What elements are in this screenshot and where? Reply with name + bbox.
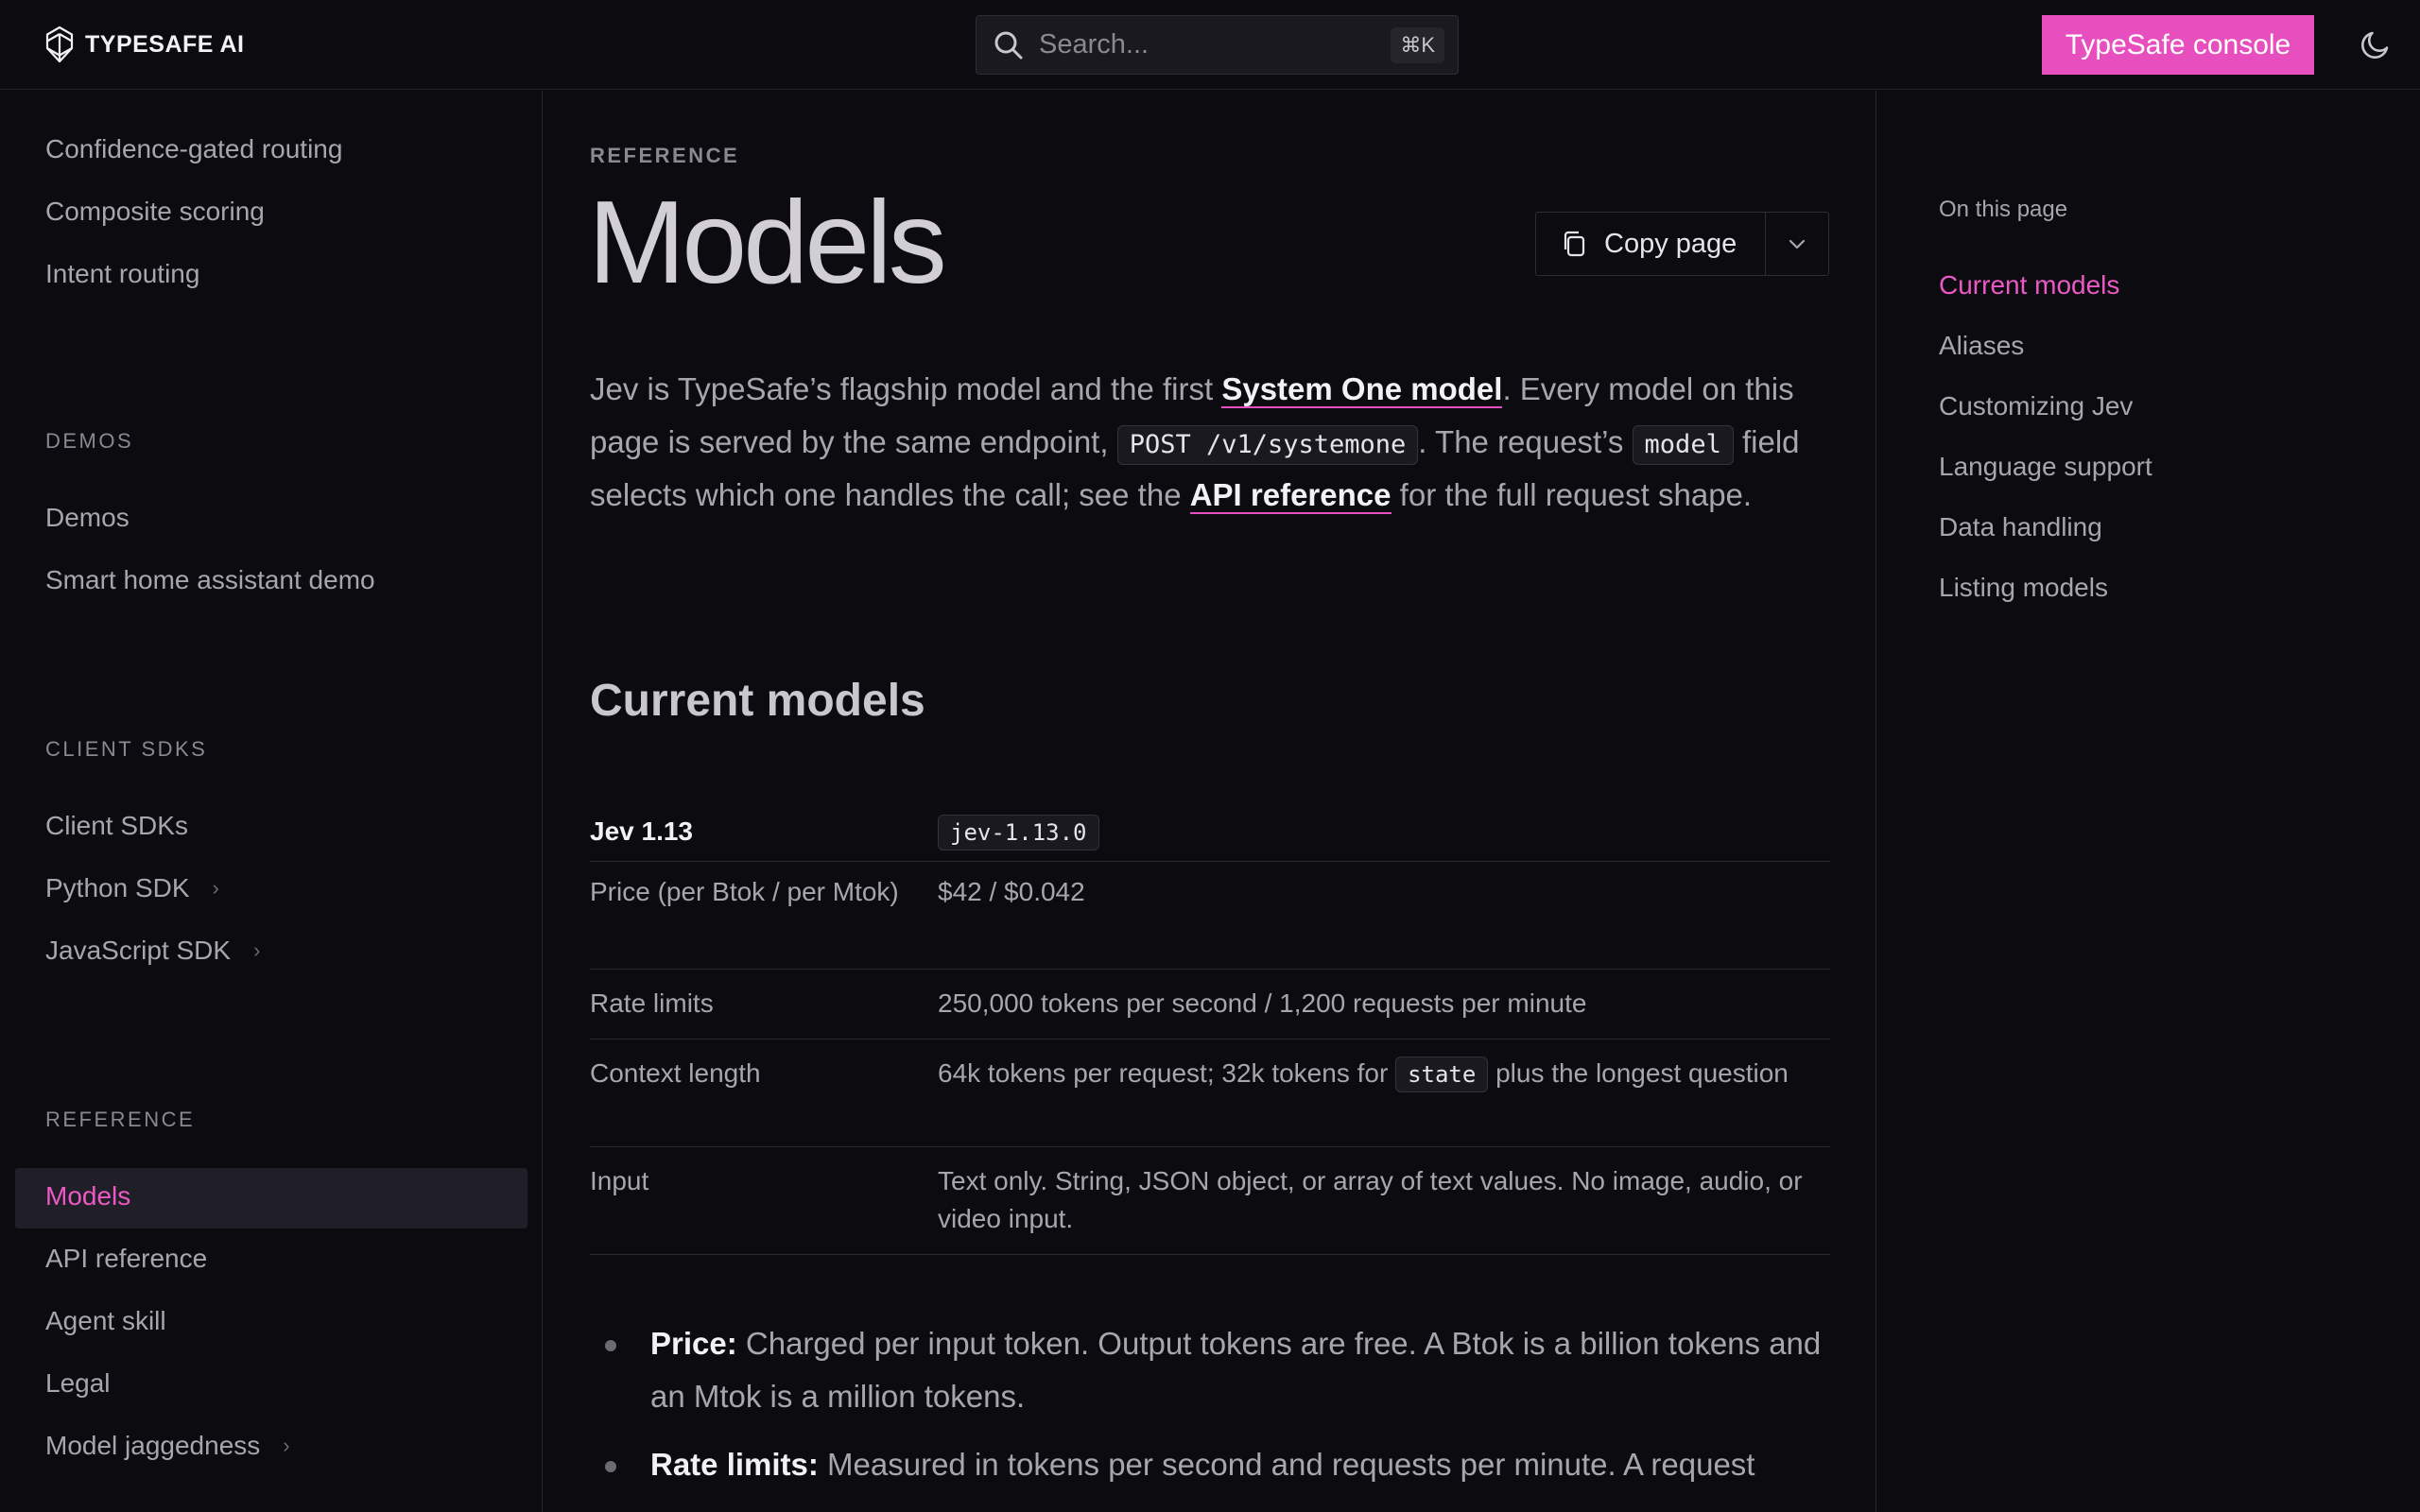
toc-item-listing-models[interactable]: Listing models [1939,573,2108,603]
logo-text: TYPESAFE AI [85,30,245,58]
sidebar-item-python-sdk[interactable]: Python SDK › [45,873,219,903]
copy-page-label: Copy page [1604,228,1737,259]
sidebar-item-models[interactable]: Models [45,1181,130,1211]
toc-item-data-handling[interactable]: Data handling [1939,512,2102,542]
sidebar-item-clipped [45,91,53,110]
sidebar-heading-demos: DEMOS [45,429,134,453]
sidebar-item-intent-routing[interactable]: Intent routing [45,259,199,289]
logo[interactable]: TYPESAFE AI [43,25,245,64]
sidebar-item-label: Python SDK [45,873,190,902]
left-sidebar: Confidence-gated routing Composite scori… [0,91,543,1512]
sidebar-item-confidence-gated-routing[interactable]: Confidence-gated routing [45,134,342,164]
sidebar-item-model-jaggedness[interactable]: Model jaggedness › [45,1431,290,1461]
sidebar-item-smart-home-demo[interactable]: Smart home assistant demo [45,565,375,595]
copy-options-dropdown[interactable] [1766,213,1828,275]
main-content: REFERENCE Models Copy page Jev is TypeSa… [544,91,1875,1512]
row-key: Rate limits [590,988,714,1018]
state-code: state [1395,1057,1489,1092]
table-row: Price (per Btok / per Mtok) $42 / $0.042 [590,862,1830,970]
bullet-label: Rate limits: [650,1447,819,1482]
row-value: $42 / $0.042 [938,877,1085,906]
row-value-text: 64k tokens per request; 32k tokens for [938,1058,1396,1088]
row-value-text: plus the longest question [1488,1058,1789,1088]
table-row: Input Text only. String, JSON object, or… [590,1147,1830,1255]
section-heading-current-models: Current models [590,676,925,726]
row-value: Text only. String, JSON object, or array… [938,1166,1803,1233]
toc-item-language-support[interactable]: Language support [1939,452,2152,482]
table-row: Jev 1.13 jev-1.13.0 [590,803,1830,862]
model-field-code: model [1632,425,1734,465]
chevron-right-icon: › [212,876,219,900]
chevron-right-icon: › [253,938,261,962]
intro-text: for the full request shape. [1391,477,1753,512]
toc-item-customizing-jev[interactable]: Customizing Jev [1939,391,2133,421]
api-reference-link[interactable]: API reference [1189,477,1392,514]
on-this-page-toc: On this page Current models Aliases Cust… [1876,91,2420,1512]
model-name: Jev 1.13 [590,816,693,846]
bullet-text: Charged per input token. Output tokens a… [650,1326,1822,1414]
list-item: Rate limits: Measured in tokens per seco… [590,1438,1838,1491]
sidebar-item-agent-skill[interactable]: Agent skill [45,1306,166,1336]
sidebar-item-legal[interactable]: Legal [45,1368,111,1399]
system-one-model-link[interactable]: System One model [1221,371,1503,408]
theme-toggle-button[interactable] [2358,26,2394,62]
chevron-down-icon [1789,239,1806,249]
search-placeholder: Search... [1039,29,1150,60]
chevron-right-icon: › [283,1434,290,1457]
sidebar-item-label: JavaScript SDK [45,936,232,965]
sidebar-item-composite-scoring[interactable]: Composite scoring [45,197,265,227]
row-value: 64k tokens per request; 32k tokens for s… [938,1055,1830,1092]
toc-item-aliases[interactable]: Aliases [1939,331,2024,361]
intro-text: Jev is TypeSafe’s flagship model and the… [590,371,1222,406]
moon-icon [2361,31,2389,59]
sidebar-item-demos[interactable]: Demos [45,503,130,533]
bullet-label: Price: [650,1326,737,1361]
model-id-code: jev-1.13.0 [938,815,1099,850]
search-shortcut: ⌘K [1391,27,1444,63]
toc-heading: On this page [1939,197,2068,222]
row-value: 250,000 tokens per second / 1,200 reques… [938,988,1587,1018]
copy-page-button[interactable]: Copy page [1536,213,1766,275]
table-row: Context length 64k tokens per request; 3… [590,1040,1830,1147]
bullet-text: Measured in tokens per second and reques… [818,1447,1755,1482]
notes-list: Price: Charged per input token. Output t… [590,1317,1838,1506]
typesafe-console-button[interactable]: TypeSafe console [2042,15,2314,75]
intro-paragraph: Jev is TypeSafe’s flagship model and the… [590,363,1838,522]
table-row: Rate limits 250,000 tokens per second / … [590,970,1830,1040]
typesafe-logo-icon [45,26,74,63]
copy-page-group: Copy page [1535,212,1829,276]
sidebar-item-api-reference[interactable]: API reference [45,1244,207,1274]
sidebar-item-label: Model jaggedness [45,1431,261,1460]
search-icon [994,31,1023,59]
toc-item-current-models[interactable]: Current models [1939,270,2119,301]
list-item: Price: Charged per input token. Output t… [590,1317,1838,1423]
search-input[interactable]: Search... ⌘K [976,15,1459,75]
top-header: TYPESAFE AI Search... ⌘K TypeSafe consol… [0,0,2420,90]
row-key: Price (per Btok / per Mtok) [590,877,899,906]
breadcrumb: REFERENCE [590,144,740,167]
row-key: Input [590,1166,649,1195]
page-title: Models [588,178,947,308]
copy-icon [1564,231,1585,257]
row-key: Context length [590,1058,761,1088]
sidebar-item-javascript-sdk[interactable]: JavaScript SDK › [45,936,260,966]
sidebar-item-client-sdks[interactable]: Client SDKs [45,811,188,841]
intro-text: . The request’s [1418,424,1633,459]
sidebar-heading-client-sdks: CLIENT SDKS [45,737,208,761]
endpoint-code: POST /v1/systemone [1116,425,1419,465]
sidebar-heading-reference: REFERENCE [45,1108,196,1131]
